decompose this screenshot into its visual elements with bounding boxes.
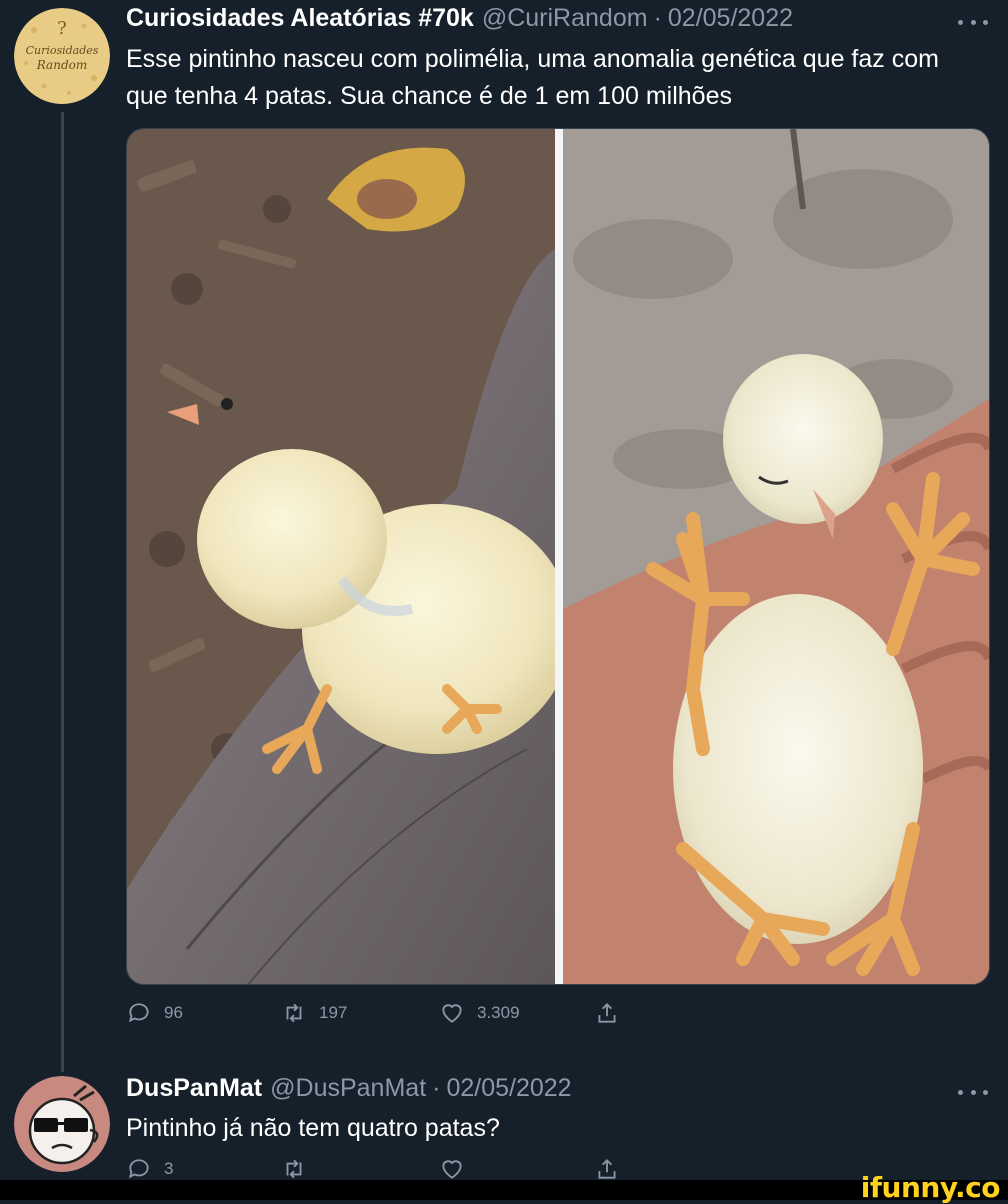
tweet-text: Esse pintinho nasceu com polimélia, uma …	[126, 45, 939, 110]
more-icon[interactable]	[958, 1082, 988, 1102]
reply-icon	[128, 1159, 149, 1179]
retweet-icon	[286, 1159, 302, 1179]
share-icon	[598, 1159, 616, 1179]
retweet-icon	[286, 1003, 302, 1023]
reply-count: 3	[164, 1159, 174, 1178]
share-icon	[598, 1003, 616, 1023]
ifunny-watermark: ifunny.co	[860, 1171, 1001, 1204]
reply-count: 96	[164, 1003, 183, 1022]
tweet-date[interactable]: 02/05/2022	[446, 1074, 571, 1103]
like-icon	[442, 1160, 462, 1179]
like-icon	[442, 1004, 462, 1023]
svg-text:?: ?	[57, 18, 67, 39]
photo-divider	[555, 129, 563, 984]
reply-button[interactable]: 3	[126, 1156, 173, 1180]
share-button[interactable]	[594, 1000, 620, 1026]
retweet-button[interactable]	[281, 1156, 307, 1180]
tweet-main[interactable]: ? Curiosidades Random Curiosidades Aleat…	[0, 0, 1008, 1060]
more-icon[interactable]	[958, 12, 988, 32]
photo-chick-on-log-image	[127, 129, 555, 984]
watermark-bar	[0, 1180, 1008, 1200]
like-count: 3.309	[477, 1003, 520, 1022]
like-button[interactable]: 3.309	[439, 1000, 520, 1026]
like-button[interactable]	[439, 1156, 465, 1180]
photo-chick-in-hand[interactable]	[563, 129, 989, 984]
avatar-text-line2: Random	[36, 58, 88, 72]
photo-chick-on-log[interactable]	[127, 129, 555, 984]
tweet-header: DusPanMat @DusPanMat · 02/05/2022	[126, 1074, 572, 1108]
avatar-image	[14, 1076, 110, 1172]
tweet-actions: 96 197 3.309	[126, 1000, 686, 1036]
display-name[interactable]: DusPanMat	[126, 1074, 262, 1103]
avatar-text-line1: Curiosidades	[25, 44, 99, 57]
user-handle[interactable]: @DusPanMat	[270, 1074, 426, 1103]
photo-chick-in-hand-image	[563, 129, 989, 984]
tweet-reply[interactable]: DusPanMat @DusPanMat · 02/05/2022 Pintin…	[0, 1070, 1008, 1180]
tweet-actions: 3	[126, 1156, 686, 1180]
retweet-button[interactable]: 197	[281, 1000, 347, 1026]
share-button[interactable]	[594, 1156, 620, 1180]
reply-button[interactable]: 96	[126, 1000, 183, 1026]
reply-icon	[128, 1003, 149, 1023]
thread-connector-line	[61, 112, 64, 1072]
tweet-text: Pintinho já não tem quatro patas?	[126, 1114, 500, 1142]
tweet-date[interactable]: 02/05/2022	[668, 4, 793, 33]
tweet-media[interactable]	[126, 128, 990, 985]
separator-dot: ·	[653, 4, 662, 32]
avatar-duspanmat[interactable]	[14, 1076, 110, 1172]
user-handle[interactable]: @CuriRandom	[482, 4, 648, 33]
avatar-curirandom[interactable]: ? Curiosidades Random	[14, 8, 110, 104]
tweet-header: Curiosidades Aleatórias #70k @CuriRandom…	[126, 4, 793, 38]
retweet-count: 197	[319, 1003, 348, 1022]
display-name[interactable]: Curiosidades Aleatórias #70k	[126, 4, 474, 33]
separator-dot: ·	[432, 1074, 441, 1102]
